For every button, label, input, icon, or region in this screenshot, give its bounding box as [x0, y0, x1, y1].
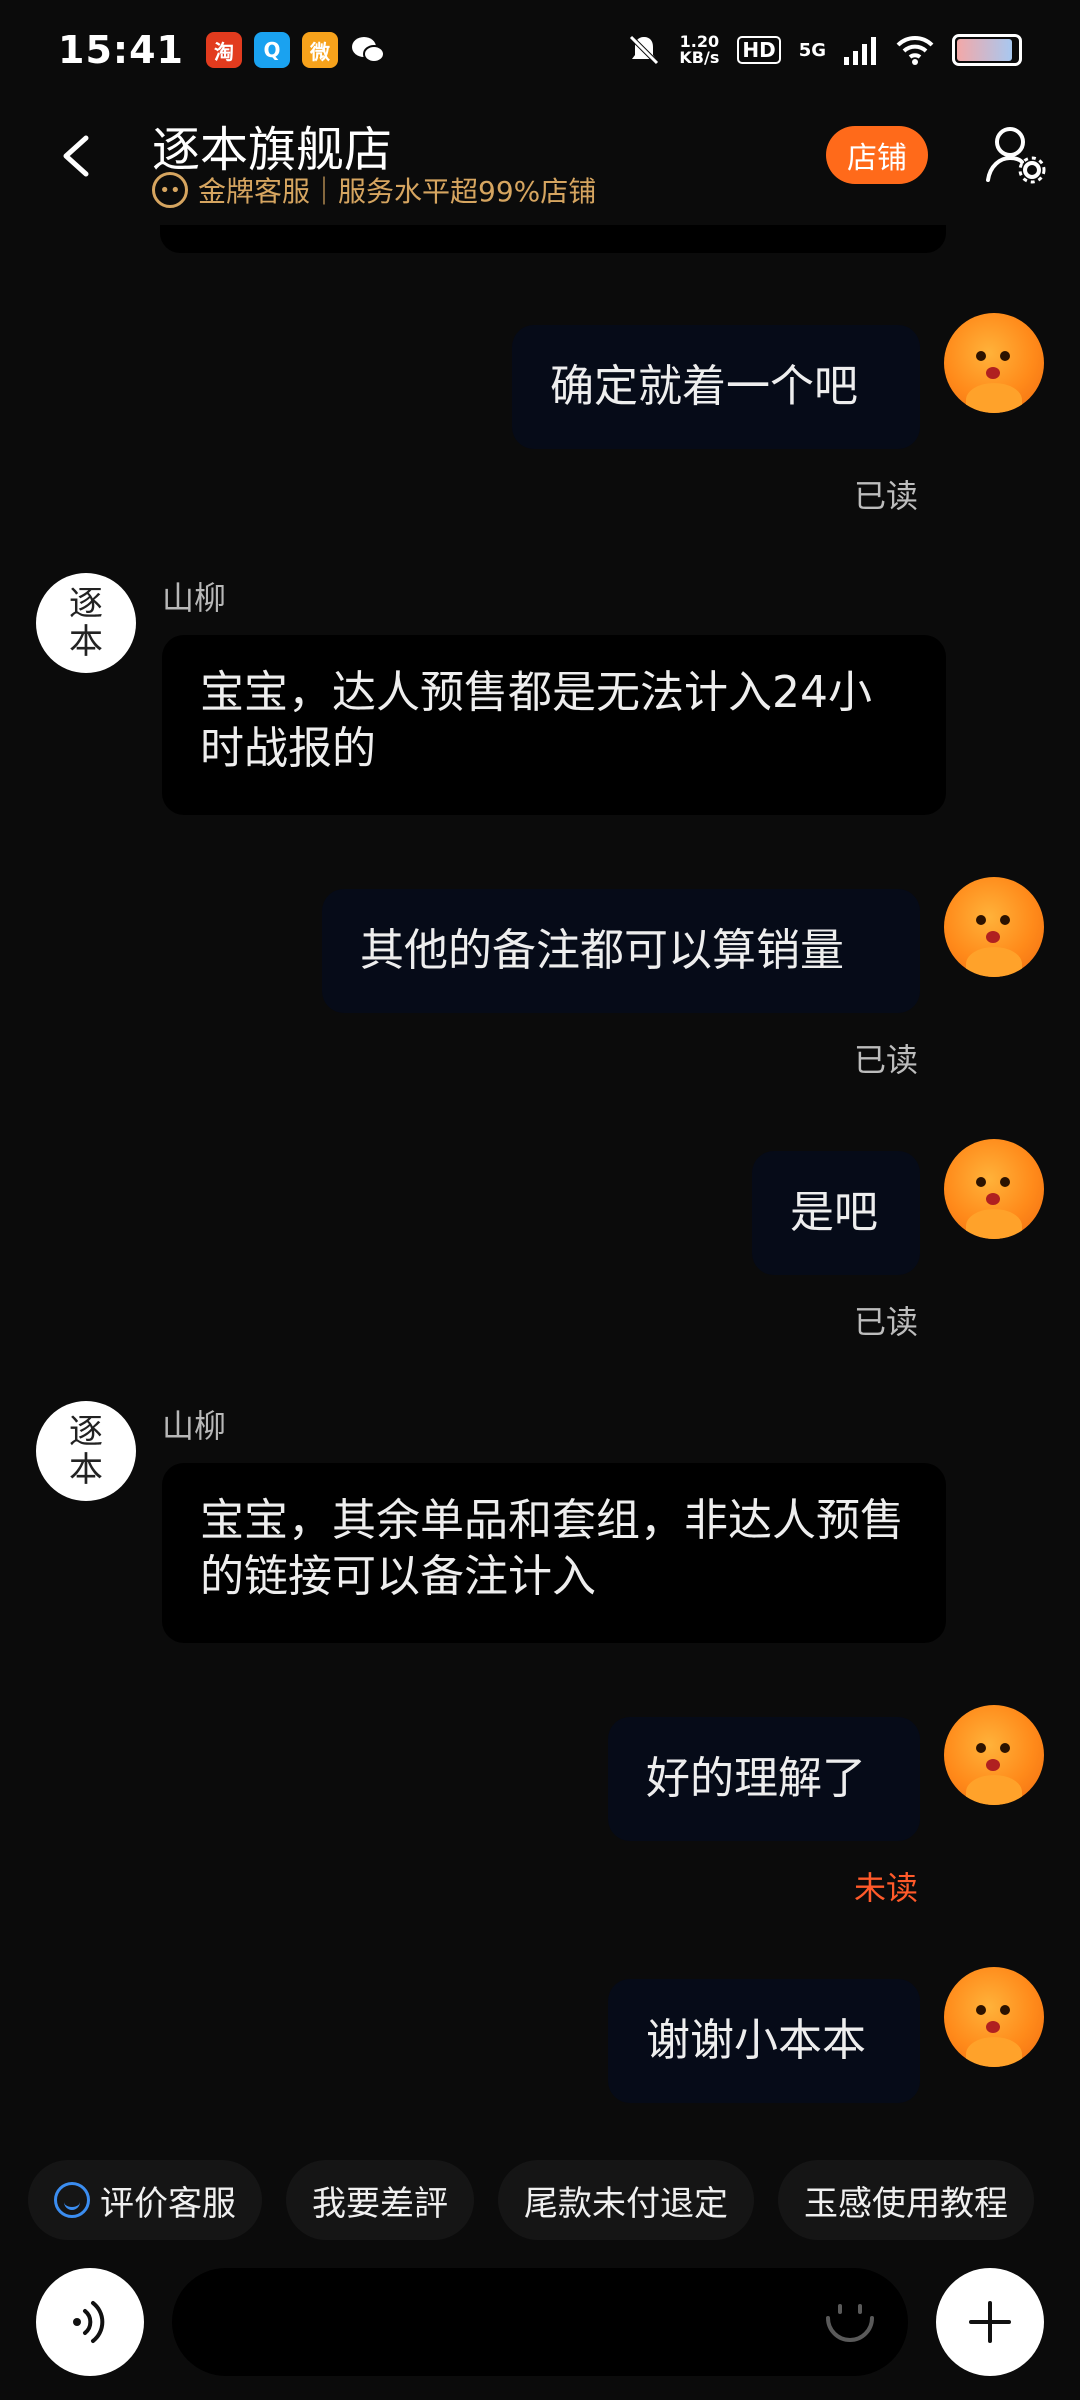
- message-text: 谢谢小本本: [646, 2015, 866, 2066]
- read-status: 已读: [853, 1041, 918, 1079]
- message-bubble-mine[interactable]: 确定就着一个吧: [512, 325, 920, 449]
- shop-avatar-char-2: 本: [69, 622, 103, 662]
- back-button[interactable]: [48, 128, 104, 184]
- status-time: 15:41: [58, 28, 184, 72]
- store-button[interactable]: 店铺: [826, 126, 928, 184]
- taobao-icon: 淘: [205, 32, 242, 68]
- message-text: 宝宝，其余单品和套组，非达人预售的链接可以备注计入: [200, 1495, 904, 1602]
- status-app-icons: 淘 Q 微: [205, 32, 386, 68]
- quick-reply-label: 评价客服: [100, 2183, 236, 2224]
- message-bubble-mine[interactable]: 谢谢小本本: [608, 1979, 920, 2103]
- signal-icon: [844, 37, 876, 65]
- read-status: 已读: [853, 1303, 918, 1341]
- my-avatar[interactable]: [944, 313, 1044, 413]
- emoji-icon[interactable]: [820, 2292, 880, 2352]
- wechat-icon: [350, 32, 386, 68]
- voice-icon: [73, 2301, 105, 2343]
- more-button[interactable]: [936, 2268, 1044, 2376]
- message-bubble-shop[interactable]: 宝宝，其余单品和套组，非达人预售的链接可以备注计入: [162, 1463, 946, 1643]
- quick-reply-label: 玉感使用教程: [804, 2183, 1008, 2224]
- message-bubble-mine[interactable]: 其他的备注都可以算销量: [322, 889, 920, 1013]
- my-avatar[interactable]: [944, 1139, 1044, 1239]
- user-settings-icon[interactable]: [984, 122, 1048, 186]
- quick-reply-bad-review[interactable]: 我要差評: [286, 2160, 474, 2240]
- message-text: 宝宝，达人预售都是无法计入24小时战报的: [200, 667, 872, 774]
- weibo-icon: 微: [301, 32, 338, 68]
- quick-reply-rate-service[interactable]: 评价客服: [28, 2160, 262, 2240]
- chat-header: 逐本旗舰店 •• 金牌客服｜服务水平超99%店铺 店铺: [0, 100, 1080, 225]
- shop-subtitle: •• 金牌客服｜服务水平超99%店铺: [152, 170, 596, 210]
- quick-reply-unpaid-refund[interactable]: 尾款未付退定: [498, 2160, 754, 2240]
- quick-reply-label: 尾款未付退定: [524, 2183, 728, 2224]
- message-text: 好的理解了: [646, 1753, 866, 1804]
- message-text: 是吧: [790, 1187, 878, 1238]
- chat-list[interactable]: 确定就着一个吧 已读 逐 本 山柳 宝宝，达人预售都是无法计入24小时战报的 其…: [0, 225, 1080, 2145]
- message-bubble-shop[interactable]: 宝宝，达人预售都是无法计入24小时战报的: [162, 635, 946, 815]
- my-avatar[interactable]: [944, 877, 1044, 977]
- chevron-left-icon: [63, 135, 89, 177]
- shop-avatar[interactable]: 逐 本: [36, 1401, 136, 1501]
- battery-icon: [952, 34, 1022, 66]
- message-text: 确定就着一个吧: [550, 361, 858, 412]
- mute-icon: [629, 35, 660, 65]
- gold-service-icon: ••: [152, 172, 188, 208]
- partial-message-bubble: [160, 225, 946, 253]
- sender-name: 山柳: [162, 579, 227, 617]
- shop-subtitle-text: 金牌客服｜服务水平超99%店铺: [198, 175, 597, 208]
- message-bubble-mine[interactable]: 好的理解了: [608, 1717, 920, 1841]
- quick-reply-label: 我要差評: [312, 2183, 448, 2224]
- net-speed-unit: KB/s: [679, 48, 720, 67]
- net-speed: 1.20 KB/s: [679, 34, 719, 66]
- status-bar: 15:41 淘 Q 微 1.20 KB/s HD 5G: [0, 0, 1080, 100]
- sender-name: 山柳: [162, 1407, 227, 1445]
- smile-icon: [54, 2182, 90, 2218]
- my-avatar[interactable]: [944, 1967, 1044, 2067]
- message-bubble-mine[interactable]: 是吧: [752, 1151, 920, 1275]
- voice-button[interactable]: [36, 2268, 144, 2376]
- quick-reply-tutorial[interactable]: 玉感使用教程: [778, 2160, 1034, 2240]
- unread-status: 未读: [853, 1869, 918, 1907]
- wifi-icon: [896, 35, 934, 65]
- quick-reply-bar: 评价客服 我要差評 尾款未付退定 玉感使用教程: [0, 2160, 1080, 2244]
- message-text: 其他的备注都可以算销量: [360, 925, 844, 976]
- qq-browser-icon: Q: [253, 32, 290, 68]
- my-avatar[interactable]: [944, 1705, 1044, 1805]
- shop-avatar-char-1: 逐: [69, 584, 103, 624]
- plus-icon: [969, 2301, 1011, 2343]
- network-type: 5G: [798, 39, 826, 61]
- shop-avatar-char-2: 本: [69, 1450, 103, 1490]
- shop-avatar-char-1: 逐: [69, 1412, 103, 1452]
- hd-badge: HD: [737, 36, 781, 64]
- input-bar: [0, 2262, 1080, 2382]
- message-input[interactable]: [172, 2268, 908, 2376]
- shop-avatar[interactable]: 逐 本: [36, 573, 136, 673]
- read-status: 已读: [853, 477, 918, 515]
